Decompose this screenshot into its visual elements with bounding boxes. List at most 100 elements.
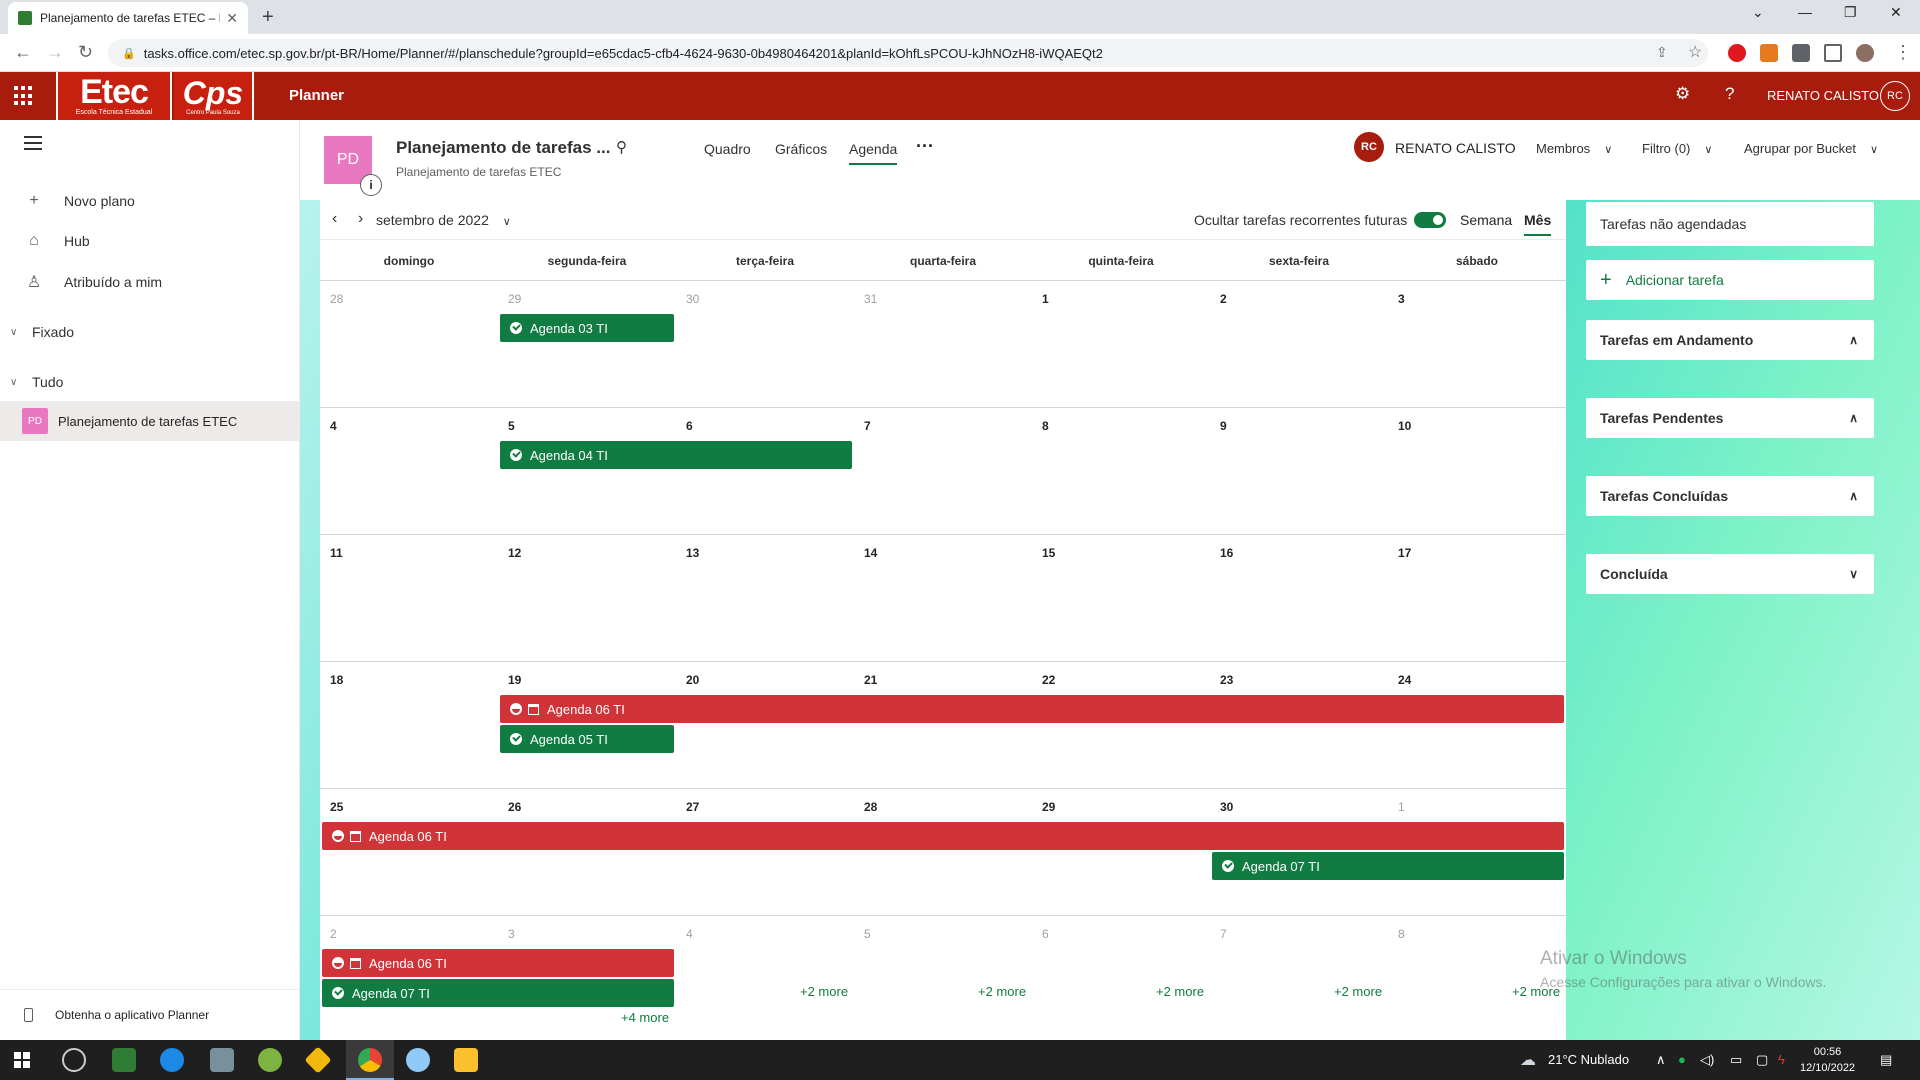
members-dropdown[interactable]: Membros ∨ [1536,141,1612,156]
tab-graficos[interactable]: Gráficos [775,141,827,157]
day-number[interactable]: 21 [864,673,877,687]
user-name[interactable]: RENATO CALISTO [1767,88,1879,103]
more-tasks-link[interactable]: +4 more [621,1010,669,1025]
bucket-completed[interactable]: Tarefas Concluídas ∧ [1586,476,1874,516]
restore-icon[interactable]: ❐ [1844,4,1857,21]
task-event[interactable]: Agenda 06 TI [500,695,1564,723]
bucket-pending[interactable]: Tarefas Pendentes ∧ [1586,398,1874,438]
side-panel-icon[interactable] [1824,44,1842,62]
tab-search-icon[interactable]: ⌄ [1752,4,1764,21]
day-number[interactable]: 28 [864,800,877,814]
forward-icon[interactable]: → [46,42,64,63]
previous-month-icon[interactable]: ‹ [332,210,337,228]
day-number[interactable]: 23 [1220,673,1233,687]
day-number[interactable]: 29 [1042,800,1055,814]
view-week-button[interactable]: Semana [1460,212,1512,228]
day-number[interactable]: 2 [330,927,337,941]
day-number[interactable]: 8 [1398,927,1405,941]
help-icon[interactable]: ? [1725,84,1734,104]
chrome-icon[interactable] [358,1048,382,1072]
app-icon[interactable] [258,1048,282,1072]
close-window-icon[interactable]: ✕ [1890,4,1902,21]
new-tab-icon[interactable]: + [262,6,274,29]
day-number[interactable]: 27 [686,800,699,814]
spotify-icon[interactable]: ● [1678,1052,1686,1067]
day-number[interactable]: 1 [1042,292,1049,306]
day-number[interactable]: 6 [1042,927,1049,941]
day-number[interactable]: 11 [330,546,343,560]
day-number[interactable]: 7 [1220,927,1227,941]
day-number[interactable]: 30 [1220,800,1233,814]
add-task-button[interactable]: + Adicionar tarefa [1586,260,1874,300]
sidebar-item-plan[interactable]: PD Planejamento de tarefas ETEC [0,401,299,441]
day-number[interactable]: 5 [508,419,515,433]
hide-recurring-toggle[interactable] [1414,212,1446,228]
sidebar-item-assigned-to-me[interactable]: ♙ Atribuído a mim [24,272,162,292]
more-tasks-link[interactable]: +2 more [1156,984,1204,999]
day-number[interactable]: 19 [508,673,521,687]
get-app-link[interactable]: Obtenha o aplicativo Planner [0,989,299,1040]
day-number[interactable]: 22 [1042,673,1055,687]
windows-start-icon[interactable] [14,1052,30,1068]
bookmark-star-icon[interactable]: ☆ [1688,42,1702,62]
browser-tab[interactable]: Planejamento de tarefas ETEC – P ✕ [8,2,248,34]
bucket-in-progress[interactable]: Tarefas em Andamento ∧ [1586,320,1874,360]
day-number[interactable]: 29 [508,292,521,306]
sidebar-item-hub[interactable]: ⌂ Hub [24,232,90,250]
member-avatar[interactable]: RC [1354,132,1384,162]
sidebar-section-pinned[interactable]: ∨ Fixado [10,324,74,340]
plan-title[interactable]: Planejamento de tarefas ... [396,138,610,158]
day-number[interactable]: 20 [686,673,699,687]
url-field[interactable]: 🔒 tasks.office.com/etec.sp.gov.br/pt-BR/… [108,39,1708,67]
day-number[interactable]: 13 [686,546,699,560]
day-number[interactable]: 14 [864,546,877,560]
bucket-done[interactable]: Concluída ∨ [1586,554,1874,594]
volume-icon[interactable]: ◁) [1700,1052,1714,1068]
task-event[interactable]: Agenda 07 TI [1212,852,1564,880]
task-event[interactable]: Agenda 05 TI [500,725,674,753]
battery-plug-icon[interactable]: ϟ [1778,1052,1785,1067]
file-explorer-icon[interactable] [454,1048,478,1072]
collapse-menu-icon[interactable] [24,136,42,154]
close-tab-icon[interactable]: ✕ [226,10,238,27]
task-event[interactable]: Agenda 06 TI [322,822,1564,850]
day-number[interactable]: 28 [330,292,343,306]
chevron-up-icon[interactable]: ∧ [1656,1052,1666,1068]
binance-icon[interactable] [304,1046,332,1074]
task-view-icon[interactable] [62,1048,86,1072]
info-icon[interactable]: i [360,174,382,196]
more-options-icon[interactable]: ··· [916,136,934,157]
sidebar-section-all[interactable]: ∨ Tudo [10,374,63,390]
day-number[interactable]: 16 [1220,546,1233,560]
day-number[interactable]: 15 [1042,546,1055,560]
reload-icon[interactable]: ↻ [78,42,93,63]
day-number[interactable]: 18 [330,673,343,687]
tab-agenda[interactable]: Agenda [849,141,898,165]
day-number[interactable]: 4 [330,419,337,433]
network-icon[interactable]: ▭ [1730,1052,1742,1068]
sidebar-item-new-plan[interactable]: + Novo plano [24,192,135,210]
app-icon[interactable] [112,1048,136,1072]
more-tasks-link[interactable]: +2 more [1334,984,1382,999]
day-number[interactable]: 3 [508,927,515,941]
app-name[interactable]: Planner [289,87,344,104]
app-launcher-icon[interactable] [14,86,34,106]
day-number[interactable]: 10 [1398,419,1411,433]
task-event[interactable]: Agenda 03 TI [500,314,674,342]
day-number[interactable]: 9 [1220,419,1227,433]
day-number[interactable]: 3 [1398,292,1405,306]
more-tasks-link[interactable]: +2 more [978,984,1026,999]
day-number[interactable]: 25 [330,800,343,814]
task-event[interactable]: Agenda 06 TI [322,949,674,977]
next-month-icon[interactable]: › [358,210,363,228]
day-number[interactable]: 7 [864,419,871,433]
settings-gear-icon[interactable]: ⚙ [1675,84,1690,104]
day-number[interactable]: 31 [864,292,877,306]
clock[interactable]: 00:56 12/10/2022 [1800,1044,1855,1076]
task-event[interactable]: Agenda 04 TI [500,441,852,469]
back-icon[interactable]: ← [14,42,32,63]
day-number[interactable]: 2 [1220,292,1227,306]
app-icon[interactable] [160,1048,184,1072]
more-tasks-link[interactable]: +2 more [800,984,848,999]
metamask-extension-icon[interactable] [1760,44,1778,62]
